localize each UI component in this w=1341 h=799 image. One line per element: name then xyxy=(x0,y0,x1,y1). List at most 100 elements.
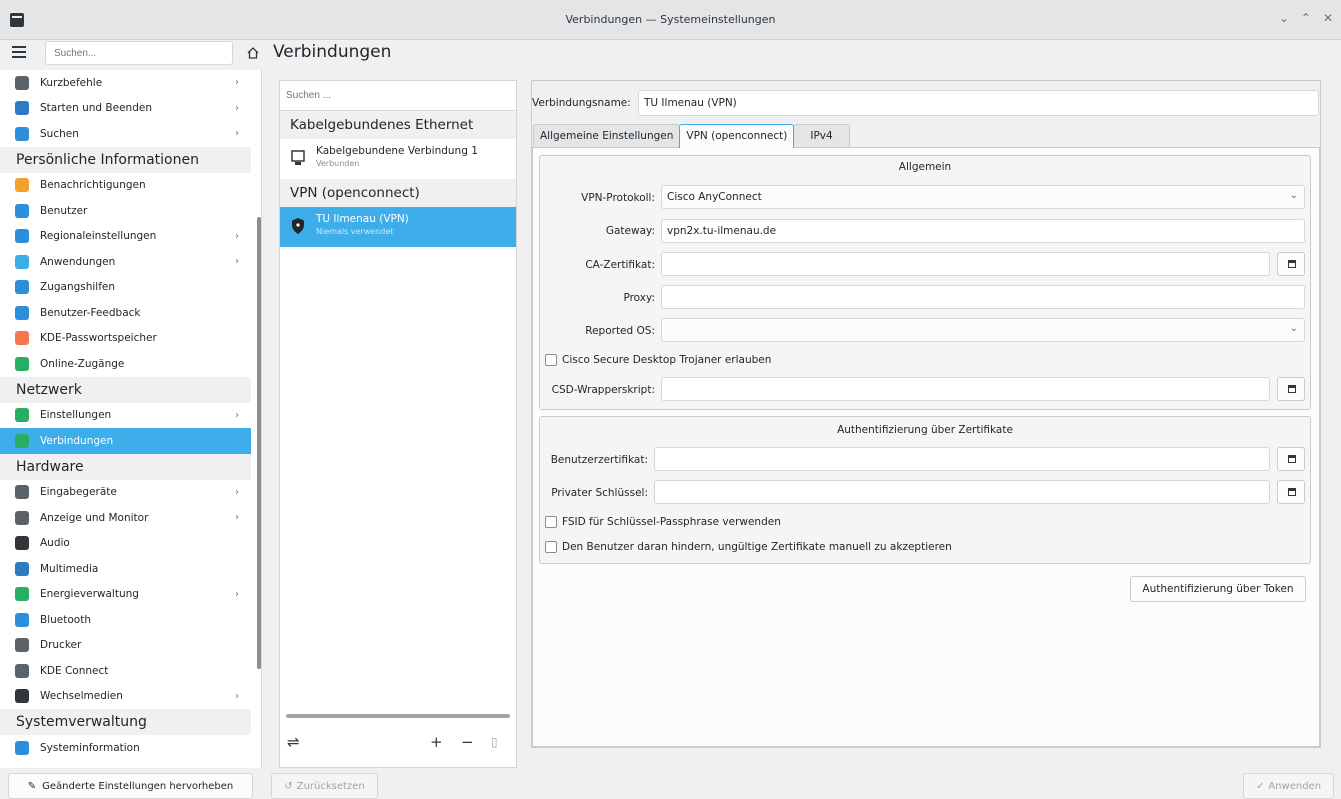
close-icon[interactable]: ✕ xyxy=(1323,11,1333,25)
connection-item-wired[interactable]: Kabelgebundene Verbindung 1 Verbunden xyxy=(280,139,516,179)
checkmark-icon: ✓ xyxy=(1255,780,1265,792)
sidebar-item-label: Verbindungen xyxy=(40,434,114,447)
sidebar-item-energieverwaltung[interactable]: Energieverwaltung › xyxy=(0,582,261,608)
sidebar-item-suchen[interactable]: Suchen › xyxy=(0,121,261,147)
user-certificate-field[interactable] xyxy=(654,447,1270,471)
tab-vpn-openconnect[interactable]: VPN (openconnect) xyxy=(679,124,795,148)
details-tabs: Allgemeine Einstellungen VPN (openconnec… xyxy=(533,124,850,148)
connection-item-vpn[interactable]: TU Ilmenau (VPN) Niemals verwendet xyxy=(280,207,516,247)
sidebar-item-anwendungen[interactable]: Anwendungen › xyxy=(0,249,261,275)
usb-icon xyxy=(15,689,29,704)
user-certificate-browse-button[interactable] xyxy=(1277,447,1305,471)
csd-wrapper-browse-button[interactable] xyxy=(1277,377,1305,401)
multimedia-icon xyxy=(15,561,29,576)
prevent-invalid-cert-checkbox[interactable]: Den Benutzer daran hindern, ungültige Ze… xyxy=(545,541,952,553)
add-connection-icon[interactable]: + xyxy=(430,733,443,751)
battery-icon xyxy=(15,587,29,602)
token-auth-button[interactable]: Authentifizierung über Token xyxy=(1130,576,1306,602)
user-icon xyxy=(15,203,29,218)
title-bar: Verbindungen — Systemeinstellungen ⌄ ⌃ ✕ xyxy=(0,0,1341,40)
sidebar-item-multimedia[interactable]: Multimedia xyxy=(0,556,261,582)
sidebar-item-label: Drucker xyxy=(40,639,82,652)
connection-category: Kabelgebundenes Ethernet xyxy=(280,111,516,139)
sidebar-item-zugangshilfen[interactable]: Zugangshilfen xyxy=(0,275,261,301)
bluetooth-icon xyxy=(15,612,29,627)
sidebar-category-netzwerk: Netzwerk xyxy=(0,376,251,403)
display-icon xyxy=(15,510,29,525)
tab-general-settings[interactable]: Allgemeine Einstellungen xyxy=(533,124,681,148)
csd-wrapper-label: CSD-Wrapperskript: xyxy=(551,384,655,396)
sidebar-item-systeminformation[interactable]: Systeminformation xyxy=(0,735,261,761)
private-key-field[interactable] xyxy=(654,480,1270,504)
connection-name-label: Verbindungsname: xyxy=(532,97,631,109)
apps-icon xyxy=(15,254,29,269)
apply-button[interactable]: ✓ Anwenden xyxy=(1243,773,1334,799)
speaker-icon xyxy=(15,536,29,551)
vpn-protocol-label: VPN-Protokoll: xyxy=(581,192,655,204)
sidebar-item-kde-passwortspeicher[interactable]: KDE-Passwortspeicher xyxy=(0,326,261,352)
sidebar-item-verbindungen[interactable]: Verbindungen xyxy=(0,428,251,454)
export-connection-icon[interactable]: ▯ xyxy=(491,735,498,749)
sidebar-search-input[interactable] xyxy=(45,41,233,65)
checkbox-box[interactable] xyxy=(545,354,557,366)
private-key-browse-button[interactable] xyxy=(1277,480,1305,504)
sidebar-item-starten-und-beenden[interactable]: Starten und Beenden › xyxy=(0,96,261,122)
sidebar-item-kde-connect[interactable]: KDE Connect xyxy=(0,658,261,684)
sidebar-item-online-zugänge[interactable]: Online-Zugänge xyxy=(0,351,261,377)
sidebar-item-anzeige-und-monitor[interactable]: Anzeige und Monitor › xyxy=(0,505,261,531)
folder-icon xyxy=(1288,260,1296,268)
window-title: Verbindungen — Systemeinstellungen xyxy=(565,13,776,26)
configure-icon[interactable]: ⇌ xyxy=(287,733,300,751)
checkbox-box[interactable] xyxy=(545,516,557,528)
reported-os-label: Reported OS: xyxy=(585,325,655,337)
ca-certificate-field[interactable] xyxy=(661,252,1270,276)
sidebar-item-wechselmedien[interactable]: Wechselmedien › xyxy=(0,684,261,710)
chevron-right-icon: › xyxy=(235,486,239,498)
sidebar-item-eingabegeräte[interactable]: Eingabegeräte › xyxy=(0,480,261,506)
connections-search-input[interactable] xyxy=(280,81,516,111)
proxy-field[interactable] xyxy=(661,285,1305,309)
connections-horizontal-scrollbar[interactable] xyxy=(286,714,510,718)
hamburger-menu-icon[interactable] xyxy=(12,46,26,60)
chevron-right-icon: › xyxy=(235,409,239,421)
vpn-protocol-select[interactable]: Cisco AnyConnect ⌄ xyxy=(661,185,1305,209)
maximize-icon[interactable]: ⌃ xyxy=(1301,11,1311,25)
sidebar-item-regionaleinstellungen[interactable]: Regionaleinstellungen › xyxy=(0,224,261,250)
ca-certificate-browse-button[interactable] xyxy=(1277,252,1305,276)
sidebar-item-label: Energieverwaltung xyxy=(40,588,139,601)
sidebar-item-bluetooth[interactable]: Bluetooth xyxy=(0,607,261,633)
sidebar-item-label: Eingabegeräte xyxy=(40,486,117,499)
sidebar-scrollbar[interactable] xyxy=(257,217,261,669)
sidebar-item-benutzer[interactable]: Benutzer xyxy=(0,198,261,224)
remove-connection-icon[interactable]: − xyxy=(461,733,474,751)
sidebar-item-benachrichtigungen[interactable]: Benachrichtigungen xyxy=(0,173,261,199)
phone-icon xyxy=(15,663,29,678)
reset-button[interactable]: ↺ Zurücksetzen xyxy=(271,773,378,799)
fsid-checkbox[interactable]: FSID für Schlüssel-Passphrase verwenden xyxy=(545,516,781,528)
gateway-field[interactable]: vpn2x.tu-ilmenau.de xyxy=(661,219,1305,243)
home-icon[interactable] xyxy=(246,46,260,60)
csd-wrapper-field[interactable] xyxy=(661,377,1270,401)
chevron-down-icon: ⌄ xyxy=(1289,190,1298,201)
accessibility-icon xyxy=(15,280,29,295)
monitor-icon xyxy=(15,101,29,116)
chevron-right-icon: › xyxy=(235,690,239,702)
sidebar-item-drucker[interactable]: Drucker xyxy=(0,633,261,659)
folder-icon xyxy=(1288,455,1296,463)
csd-trojan-checkbox[interactable]: Cisco Secure Desktop Trojaner erlauben xyxy=(545,354,771,366)
reported-os-select[interactable]: ⌄ xyxy=(661,318,1305,342)
sidebar-item-benutzer-feedback[interactable]: Benutzer-Feedback xyxy=(0,300,261,326)
minimize-icon[interactable]: ⌄ xyxy=(1279,11,1289,25)
tab-ipv4[interactable]: IPv4 xyxy=(793,124,850,148)
sidebar-item-label: Benutzer-Feedback xyxy=(40,306,141,319)
connection-category: VPN (openconnect) xyxy=(280,179,516,207)
sidebar-item-kurzbefehle[interactable]: Kurzbefehle › xyxy=(0,70,261,96)
connection-name-field[interactable]: TU Ilmenau (VPN) xyxy=(638,90,1319,116)
chevron-right-icon: › xyxy=(235,102,239,114)
highlight-changes-button[interactable]: ✎ Geänderte Einstellungen hervorheben xyxy=(8,773,253,799)
checkbox-box[interactable] xyxy=(545,541,557,553)
sidebar-item-einstellungen[interactable]: Einstellungen › xyxy=(0,403,261,429)
chevron-down-icon: ⌄ xyxy=(1289,323,1298,334)
sidebar-item-audio[interactable]: Audio xyxy=(0,531,261,557)
printer-icon xyxy=(15,638,29,653)
